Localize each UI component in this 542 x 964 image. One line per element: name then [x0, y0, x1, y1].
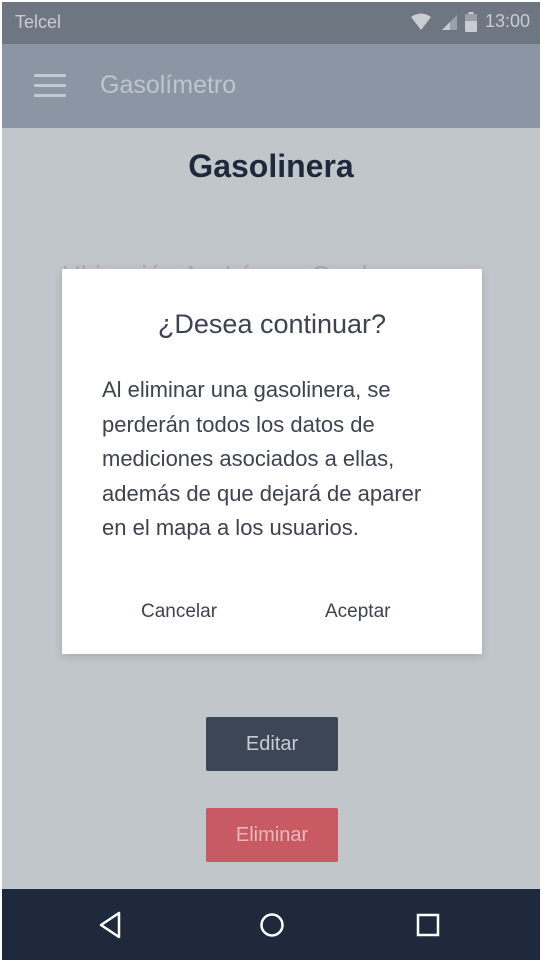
carrier-name: Telcel	[15, 12, 62, 32]
navigation-bar	[2, 889, 540, 960]
phone-screen: Telcel 13:00 Gasolímetro Gasolinera Ubic…	[2, 2, 540, 960]
recents-icon[interactable]	[412, 909, 444, 941]
accept-button[interactable]: Aceptar	[325, 601, 390, 623]
edit-button[interactable]: Editar	[206, 717, 338, 771]
back-icon[interactable]	[95, 909, 127, 941]
dialog-title: ¿Desea continuar?	[157, 309, 387, 339]
status-icons: 13:00	[410, 11, 530, 32]
dialog-actions: Cancelar Aceptar	[62, 601, 482, 631]
delete-button[interactable]: Eliminar	[206, 808, 338, 862]
app-title: Gasolímetro	[100, 71, 237, 99]
battery-icon	[464, 11, 477, 32]
home-icon[interactable]	[256, 909, 288, 941]
menu-icon[interactable]	[34, 74, 66, 98]
status-time: 13:00	[484, 11, 530, 31]
cancel-button[interactable]: Cancelar	[141, 601, 217, 623]
signal-icon	[441, 14, 457, 30]
status-bar: Telcel 13:00	[2, 2, 540, 44]
page-title: Gasolinera	[188, 148, 354, 184]
dialog-message: Al eliminar una gasolinera, se perderán …	[102, 377, 422, 540]
confirm-dialog: ¿Desea continuar? Al eliminar una gasoli…	[62, 269, 482, 654]
wifi-icon	[410, 13, 431, 30]
app-bar: Gasolímetro	[2, 44, 540, 128]
